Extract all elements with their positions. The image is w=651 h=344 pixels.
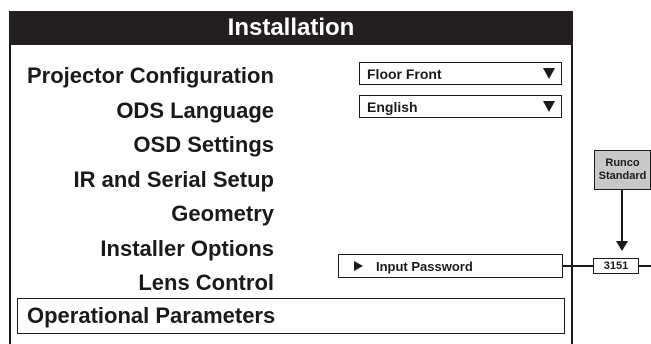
menu-item-ir-serial-setup[interactable]: IR and Serial Setup: [74, 167, 275, 193]
chevron-down-icon: [543, 68, 555, 79]
projector-configuration-select[interactable]: Floor Front: [359, 62, 562, 85]
callout-line-2: Standard: [598, 170, 647, 182]
password-value: 3151: [593, 258, 639, 274]
callout-arrow-stem: [621, 190, 623, 242]
input-password-field[interactable]: Input Password: [338, 254, 563, 278]
menu-item-lens-control[interactable]: Lens Control: [138, 270, 274, 296]
arrow-down-icon: [616, 241, 628, 251]
ods-language-value: English: [367, 98, 418, 115]
menu-item-projector-configuration[interactable]: Projector Configuration: [27, 63, 274, 89]
window-title: Installation: [9, 11, 573, 45]
menu-item-geometry[interactable]: Geometry: [171, 201, 274, 227]
projector-configuration-value: Floor Front: [367, 65, 442, 82]
menu-item-operational-parameters[interactable]: Operational Parameters: [17, 298, 565, 334]
menu-item-osd-settings[interactable]: OSD Settings: [133, 132, 274, 158]
runco-standard-callout: Runco Standard: [594, 150, 651, 190]
menu-item-installer-options[interactable]: Installer Options: [100, 236, 274, 262]
play-arrow-icon: [354, 261, 363, 271]
chevron-down-icon: [543, 101, 555, 112]
input-password-label: Input Password: [376, 258, 473, 274]
callout-line-1: Runco: [605, 157, 640, 169]
ods-language-select[interactable]: English: [359, 95, 562, 118]
menu-item-ods-language[interactable]: ODS Language: [116, 98, 274, 124]
